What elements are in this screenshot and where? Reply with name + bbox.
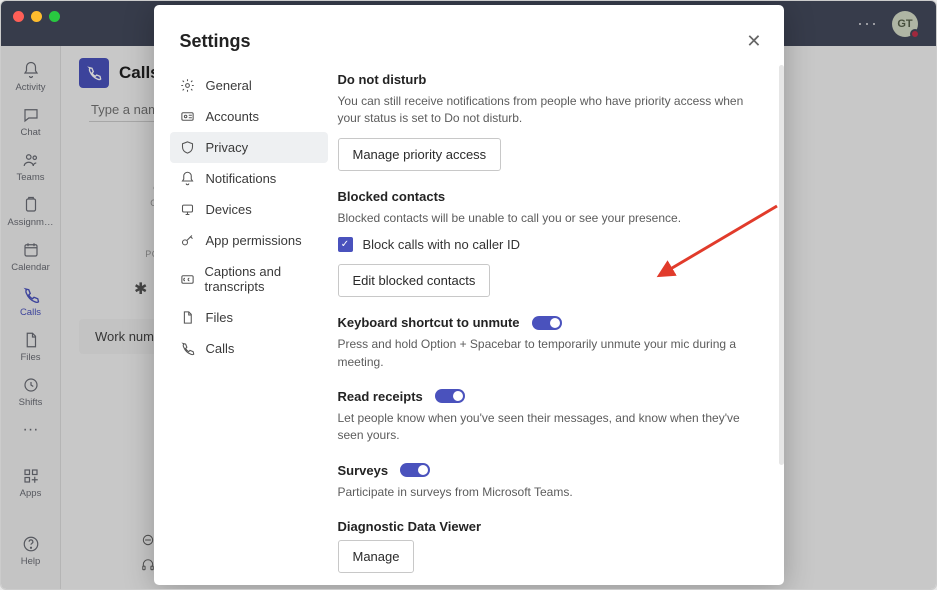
window-controls [13, 11, 60, 22]
phone-icon [180, 341, 196, 356]
zoom-window-icon[interactable] [49, 11, 60, 22]
nav-label: Notifications [206, 171, 277, 186]
nav-item-notifications[interactable]: Notifications [170, 163, 328, 194]
keyboard-heading: Keyboard shortcut to unmute [338, 315, 520, 330]
edit-blocked-button[interactable]: Edit blocked contacts [338, 264, 491, 297]
read-heading: Read receipts [338, 389, 423, 404]
nav-label: Captions and transcripts [205, 264, 318, 294]
surveys-toggle[interactable] [400, 463, 430, 477]
modal-header: Settings ✕ [154, 5, 784, 62]
dnd-desc: You can still receive notifications from… [338, 93, 748, 128]
nav-item-files[interactable]: Files [170, 302, 328, 333]
diag-heading: Diagnostic Data Viewer [338, 519, 748, 534]
modal-overlay: Settings ✕ General Ac [1, 1, 936, 589]
document-icon [180, 310, 196, 325]
shield-icon [180, 140, 196, 155]
blocked-heading: Blocked contacts [338, 189, 748, 204]
diag-section: Diagnostic Data Viewer Manage [338, 519, 748, 573]
nav-item-general[interactable]: General [170, 70, 328, 101]
captions-icon [180, 272, 195, 287]
nav-item-devices[interactable]: Devices [170, 194, 328, 225]
nav-item-calls[interactable]: Calls [170, 333, 328, 364]
dnd-heading: Do not disturb [338, 72, 748, 87]
surveys-heading: Surveys [338, 463, 389, 478]
device-icon [180, 202, 196, 217]
nav-label: Privacy [206, 140, 249, 155]
keyboard-desc: Press and hold Option + Spacebar to temp… [338, 336, 748, 371]
blocked-desc: Blocked contacts will be unable to call … [338, 210, 748, 227]
keyboard-section: Keyboard shortcut to unmute Press and ho… [338, 315, 748, 371]
surveys-section: Surveys Participate in surveys from Micr… [338, 463, 748, 501]
nav-label: Files [206, 310, 233, 325]
block-no-callerid-checkbox[interactable]: ✓ Block calls with no caller ID [338, 237, 748, 252]
key-icon [180, 233, 196, 248]
read-desc: Let people know when you've seen their m… [338, 410, 748, 445]
checkbox-label: Block calls with no caller ID [363, 237, 521, 252]
settings-title: Settings [180, 31, 251, 52]
nav-item-app-permissions[interactable]: App permissions [170, 225, 328, 256]
nav-item-captions[interactable]: Captions and transcripts [170, 256, 328, 302]
checkbox-checked-icon: ✓ [338, 237, 353, 252]
nav-label: Accounts [206, 109, 259, 124]
close-icon[interactable]: ✕ [746, 31, 761, 52]
blocked-section: Blocked contacts Blocked contacts will b… [338, 189, 748, 297]
gear-icon [180, 78, 196, 93]
settings-content[interactable]: Do not disturb You can still receive not… [328, 62, 784, 585]
bell-icon [180, 171, 196, 186]
minimize-window-icon[interactable] [31, 11, 42, 22]
nav-label: Calls [206, 341, 235, 356]
nav-label: App permissions [206, 233, 302, 248]
scrollbar[interactable] [779, 65, 784, 465]
nav-label: General [206, 78, 252, 93]
nav-label: Devices [206, 202, 252, 217]
close-window-icon[interactable] [13, 11, 24, 22]
settings-nav: General Accounts Privacy [154, 62, 328, 585]
read-toggle[interactable] [435, 389, 465, 403]
nav-item-accounts[interactable]: Accounts [170, 101, 328, 132]
nav-item-privacy[interactable]: Privacy [170, 132, 328, 163]
read-section: Read receipts Let people know when you'v… [338, 389, 748, 445]
settings-modal: Settings ✕ General Ac [154, 5, 784, 585]
diag-manage-button[interactable]: Manage [338, 540, 415, 573]
app-window: ··· GT Activity Chat Teams [0, 0, 937, 590]
keyboard-toggle[interactable] [532, 316, 562, 330]
dnd-section: Do not disturb You can still receive not… [338, 72, 748, 171]
surveys-desc: Participate in surveys from Microsoft Te… [338, 484, 748, 501]
id-card-icon [180, 109, 196, 124]
manage-priority-button[interactable]: Manage priority access [338, 138, 502, 171]
